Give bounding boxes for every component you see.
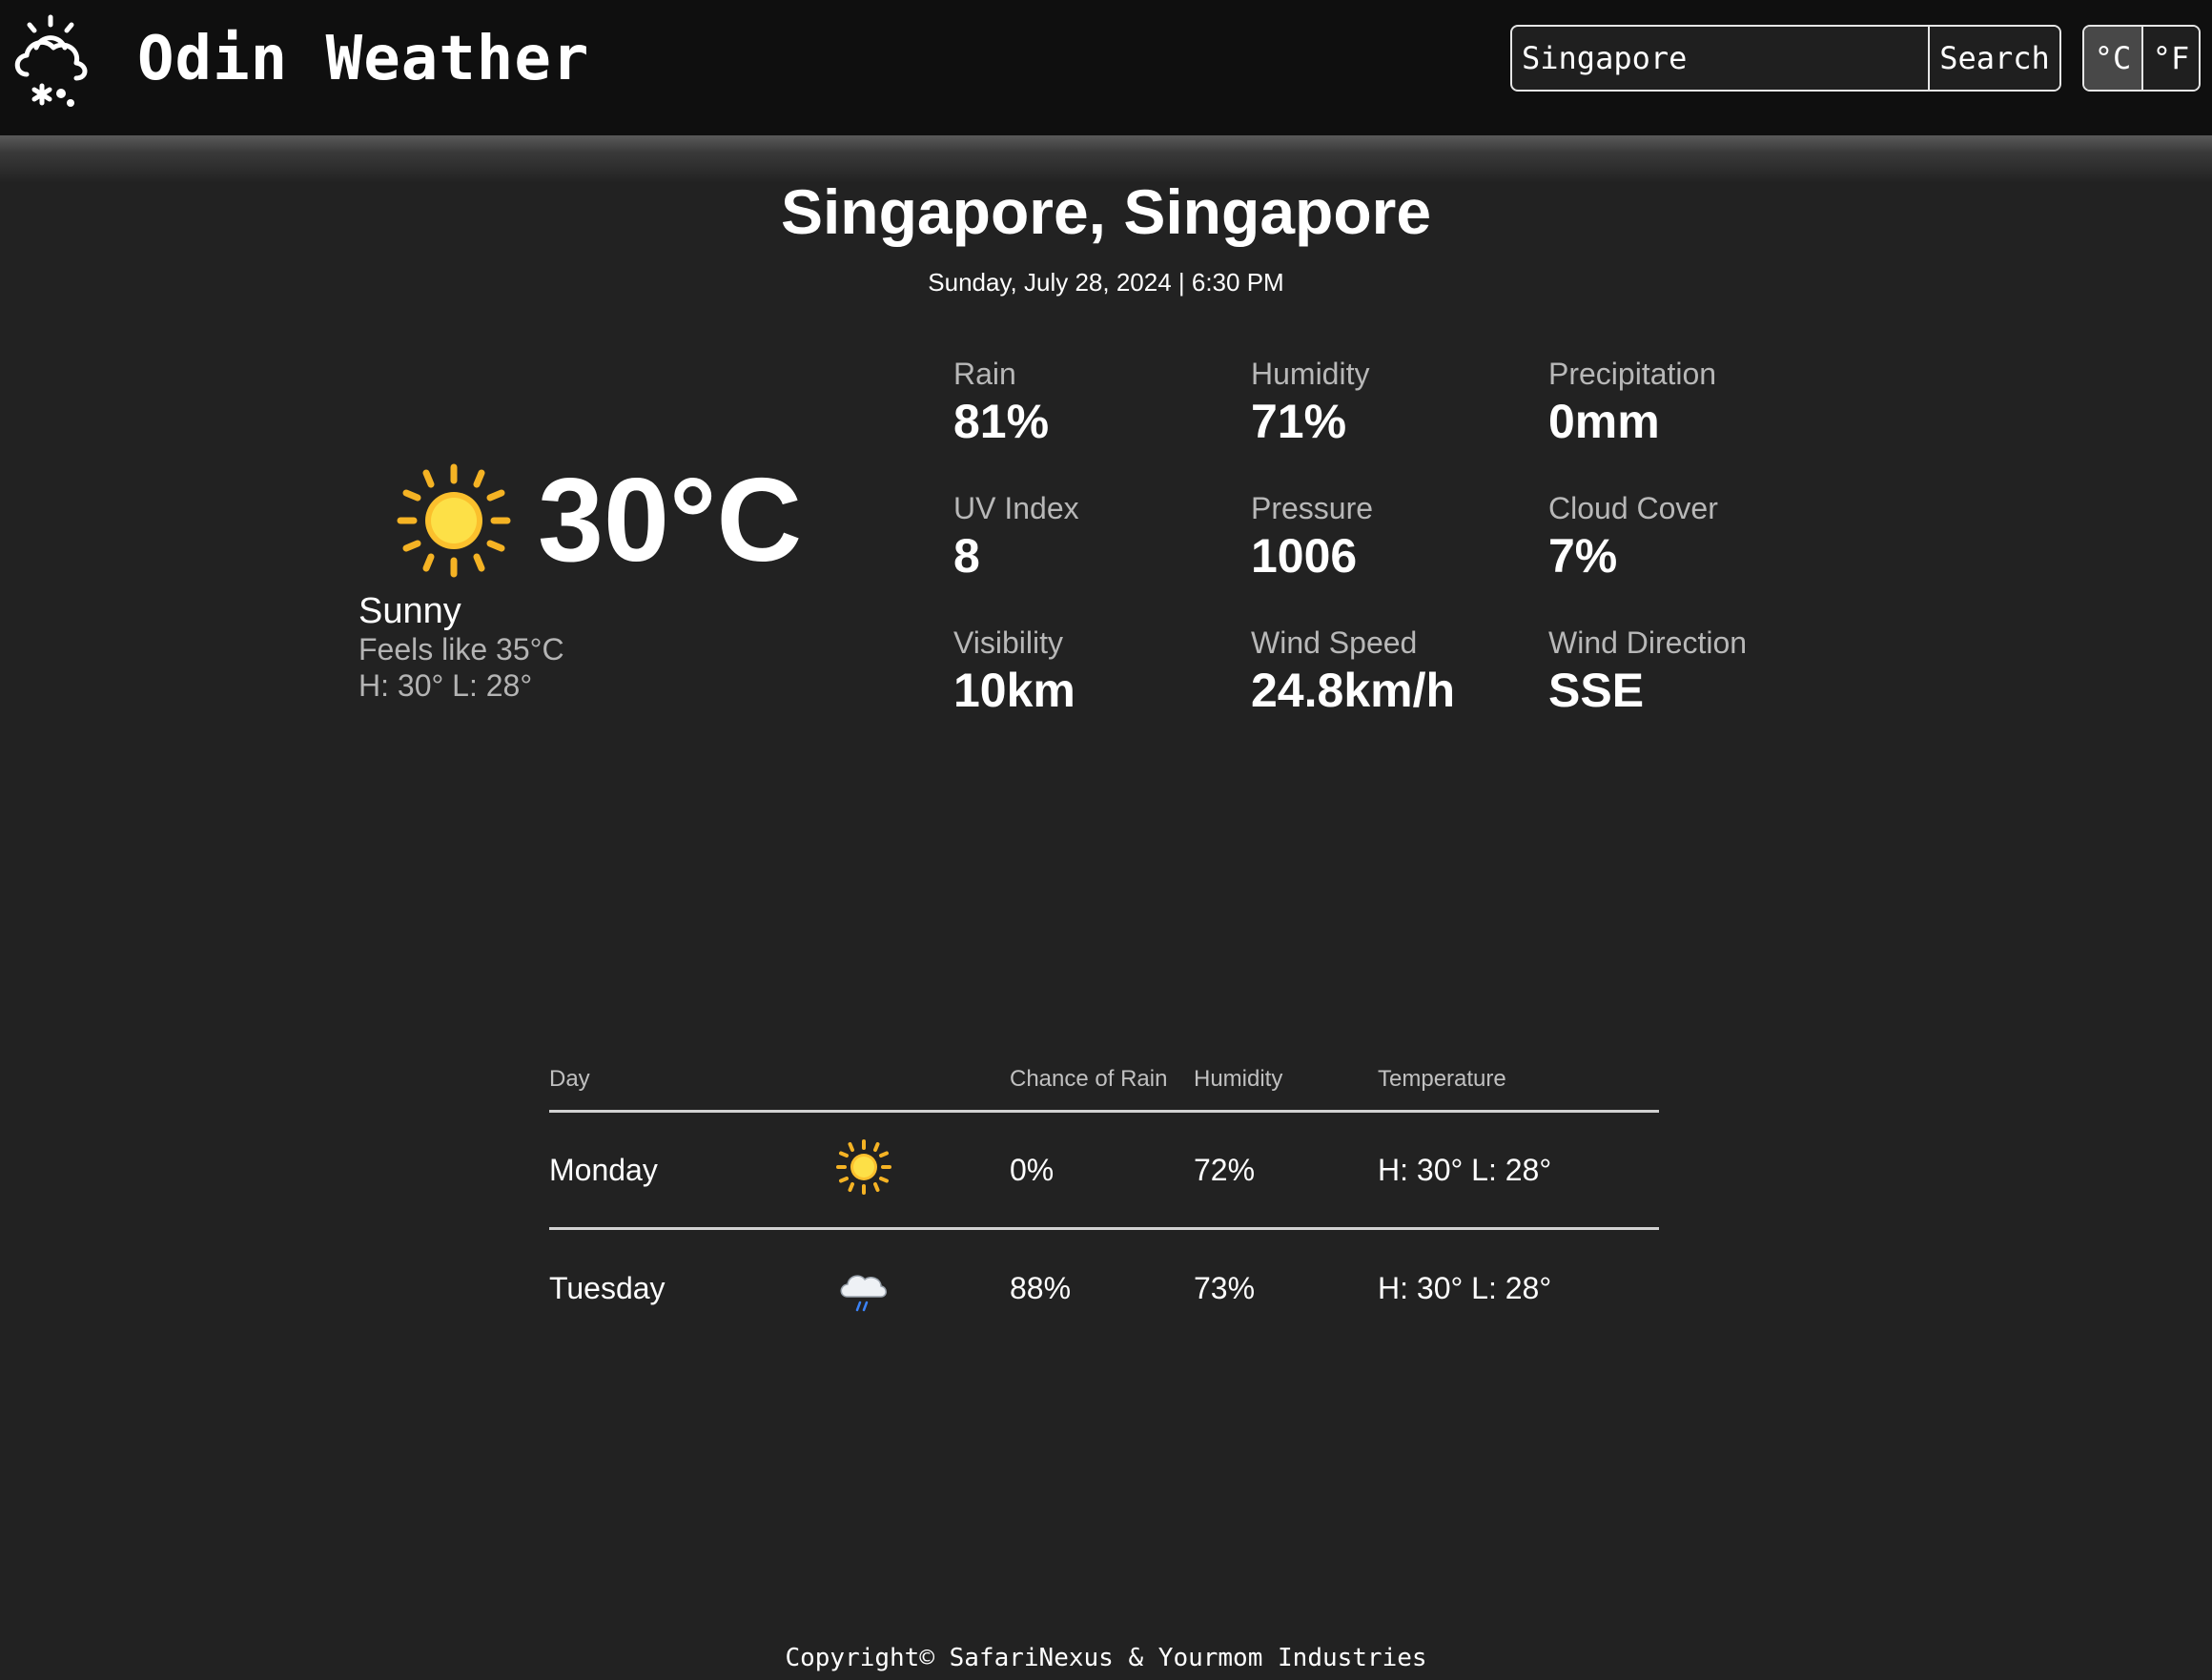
- celsius-button[interactable]: °C: [2084, 27, 2141, 90]
- forecast-header-temperature: Temperature: [1378, 1066, 1506, 1092]
- pressure-value: 1006: [1251, 529, 1358, 583]
- high-low: H: 30° L: 28°: [358, 668, 533, 703]
- forecast-header-day: Day: [549, 1066, 590, 1092]
- forecast-day: Tuesday: [549, 1271, 666, 1305]
- forecast-header-rain: Chance of Rain: [1010, 1066, 1168, 1092]
- precipitation-value: 0mm: [1548, 395, 1660, 448]
- app-title: Odin Weather: [137, 24, 590, 94]
- search-button[interactable]: Search: [1928, 27, 2059, 90]
- rain-cloud-icon: [840, 1275, 887, 1312]
- forecast-temperature: H: 30° L: 28°: [1378, 1153, 1552, 1187]
- table-divider: [549, 1227, 1659, 1230]
- weather-condition: Sunny: [358, 591, 461, 631]
- forecast-rain-chance: 0%: [1010, 1153, 1055, 1187]
- rain-label: Rain: [953, 357, 1016, 391]
- fahrenheit-button[interactable]: °F: [2141, 27, 2199, 90]
- rain-value: 81%: [953, 395, 1050, 448]
- forecast-temperature: H: 30° L: 28°: [1378, 1271, 1552, 1305]
- precipitation-label: Precipitation: [1548, 357, 1717, 391]
- weather-logo-icon: [14, 14, 88, 107]
- humidity-value: 71%: [1251, 395, 1347, 448]
- search-input[interactable]: [1512, 27, 1928, 90]
- wind-speed-value: 24.8km/h: [1251, 664, 1456, 717]
- visibility-label: Visibility: [953, 625, 1063, 660]
- forecast-humidity: 72%: [1194, 1153, 1256, 1187]
- uv-index-value: 8: [953, 529, 980, 583]
- cloud-cover-label: Cloud Cover: [1548, 491, 1718, 525]
- table-divider: [549, 1110, 1659, 1113]
- current-datetime: Sunday, July 28, 2024 | 6:30 PM: [928, 268, 1284, 297]
- forecast-humidity: 73%: [1194, 1271, 1256, 1305]
- uv-index-label: UV Index: [953, 491, 1079, 525]
- humidity-label: Humidity: [1251, 357, 1370, 391]
- pressure-label: Pressure: [1251, 491, 1374, 525]
- sun-icon: [836, 1139, 891, 1195]
- forecast-day: Monday: [549, 1153, 658, 1187]
- cloud-cover-value: 7%: [1548, 529, 1618, 583]
- location-title: Singapore, Singapore: [780, 176, 1432, 247]
- visibility-value: 10km: [953, 664, 1075, 717]
- wind-speed-label: Wind Speed: [1251, 625, 1418, 660]
- current-temperature: 30°C: [538, 455, 803, 586]
- sun-icon: [397, 463, 511, 578]
- footer-copyright: Copyright© SafariNexus & Yourmom Industr…: [785, 1644, 1427, 1672]
- wind-direction-label: Wind Direction: [1548, 625, 1748, 660]
- forecast-rain-chance: 88%: [1010, 1271, 1072, 1305]
- feels-like: Feels like 35°C: [358, 632, 564, 666]
- unit-toggle: °C °F: [2082, 25, 2201, 92]
- search-form: Search: [1510, 25, 2061, 92]
- forecast-header-humidity: Humidity: [1194, 1066, 1283, 1092]
- wind-direction-value: SSE: [1548, 664, 1645, 717]
